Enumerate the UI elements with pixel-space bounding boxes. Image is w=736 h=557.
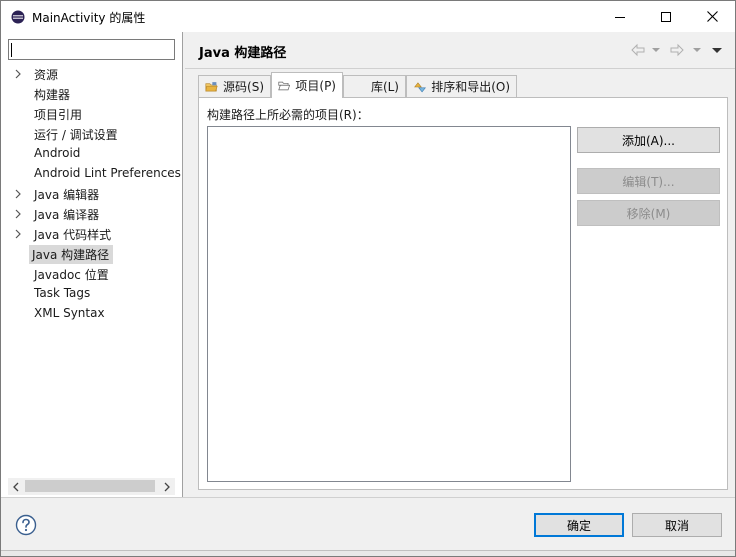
tree-item-xml-syntax[interactable]: XML Syntax	[1, 304, 182, 324]
source-folder-icon	[205, 81, 218, 91]
projects-tab-panel: 构建路径上所必需的项目(R)： 添加(A)... 编辑(T)... 移除(M)	[198, 97, 728, 490]
tree-item-java-build-path[interactable]: Java 构建路径	[1, 244, 182, 264]
chevron-right-icon	[164, 482, 170, 491]
horizontal-scrollbar[interactable]	[8, 478, 175, 495]
chevron-left-icon	[13, 482, 19, 491]
tree-item-task-tags[interactable]: Task Tags	[1, 284, 182, 304]
scroll-left-button[interactable]	[8, 478, 24, 495]
tab-label: 库(L)	[370, 80, 399, 94]
tree-item-java-code-style[interactable]: Java 代码样式	[1, 224, 182, 244]
tree-item-label: 运行 / 调试设置	[34, 128, 118, 142]
chevron-right-icon[interactable]	[13, 229, 23, 239]
tree-item-label: Java 代码样式	[34, 228, 112, 242]
scrollbar-thumb[interactable]	[25, 480, 155, 492]
tree-item-label: 构建器	[34, 88, 71, 102]
forward-history-dropdown[interactable]	[693, 42, 701, 58]
scroll-right-button[interactable]	[159, 478, 175, 495]
open-folder-icon	[278, 81, 291, 90]
tree-item-java-compiler[interactable]: Java 编译器	[1, 204, 182, 224]
tree-item-label: Android	[34, 146, 81, 160]
header-divider	[185, 68, 735, 69]
order-export-icon	[414, 81, 426, 92]
view-menu-icon	[712, 47, 722, 53]
category-pane: 资源 构建器 项目引用 运行 / 调试设置 Android Android Li…	[1, 32, 183, 497]
tree-item-label: 资源	[34, 68, 59, 82]
remove-button[interactable]: 移除(M)	[577, 200, 720, 226]
edit-button[interactable]: 编辑(T)...	[577, 168, 720, 194]
maximize-button[interactable]	[643, 1, 689, 32]
view-menu-button[interactable]	[712, 42, 722, 58]
tree-item-project-references[interactable]: 项目引用	[1, 104, 182, 124]
close-icon	[706, 11, 718, 22]
title-bar: MainActivity 的属性	[1, 1, 735, 32]
back-arrow-icon	[631, 43, 645, 57]
footer-divider	[1, 497, 735, 498]
tree-item-javadoc-location[interactable]: Javadoc 位置	[1, 264, 182, 284]
tree-item-java-editor[interactable]: Java 编辑器	[1, 184, 182, 204]
tab-label: 源码(S)	[223, 80, 264, 94]
chevron-right-icon[interactable]	[13, 189, 23, 199]
add-button[interactable]: 添加(A)...	[577, 127, 720, 153]
tree-item-label: Java 构建路径	[29, 245, 114, 264]
required-projects-label: 构建路径上所必需的项目(R)：	[207, 108, 369, 122]
background-window-strip	[1, 550, 735, 556]
forward-arrow-icon	[670, 43, 684, 57]
tab-order-export[interactable]: 排序和导出(O)	[406, 75, 517, 97]
tree-item-label: Java 编译器	[34, 208, 100, 222]
back-history-dropdown[interactable]	[652, 42, 660, 58]
tree-item-label: Android Lint Preferences	[34, 166, 181, 180]
chevron-right-icon[interactable]	[13, 209, 23, 219]
properties-dialog: MainActivity 的属性 资源 构建器 项目引用 运行 / 调试设置 A…	[0, 0, 736, 557]
tree-item-label: Java 编辑器	[34, 188, 100, 202]
tab-projects[interactable]: 项目(P)	[271, 72, 343, 98]
forward-button[interactable]	[669, 42, 685, 58]
back-button[interactable]	[630, 42, 646, 58]
tree-item-android-lint[interactable]: Android Lint Preferences	[1, 164, 182, 184]
text-caret	[11, 43, 12, 57]
tree-item-builders[interactable]: 构建器	[1, 84, 182, 104]
window-title: MainActivity 的属性	[32, 11, 146, 25]
tree-item-label: Task Tags	[34, 286, 91, 300]
tab-label: 排序和导出(O)	[431, 80, 510, 94]
ok-button[interactable]: 确定	[534, 513, 624, 537]
tree-item-label: 项目引用	[34, 108, 83, 122]
tree-item-label: XML Syntax	[34, 306, 105, 320]
tree-item-label: Javadoc 位置	[34, 268, 109, 282]
dropdown-arrow-icon	[693, 48, 701, 52]
page-header: Java 构建路径	[185, 32, 735, 69]
dropdown-arrow-icon	[652, 48, 660, 52]
close-button[interactable]	[689, 1, 735, 32]
tab-label: 项目(P)	[295, 79, 336, 93]
tab-bar: 源码(S) 项目(P) 库(L) 排序和导出(O)	[198, 72, 728, 98]
cancel-button[interactable]: 取消	[632, 513, 722, 537]
chevron-right-icon[interactable]	[13, 69, 23, 79]
tree-item-run-debug-settings[interactable]: 运行 / 调试设置	[1, 124, 182, 144]
tree-item-resources[interactable]: 资源	[1, 64, 182, 84]
page-title: Java 构建路径	[199, 46, 287, 61]
minimize-icon	[615, 16, 625, 18]
help-icon[interactable]	[15, 514, 37, 536]
minimize-button[interactable]	[597, 1, 643, 32]
tab-source[interactable]: 源码(S)	[198, 75, 271, 97]
tree-item-android[interactable]: Android	[1, 144, 182, 164]
filter-input[interactable]	[8, 39, 175, 60]
tab-libraries[interactable]: 库(L)	[343, 75, 406, 97]
maximize-icon	[661, 11, 671, 22]
required-projects-list[interactable]	[207, 126, 571, 482]
eclipse-icon	[11, 10, 25, 24]
